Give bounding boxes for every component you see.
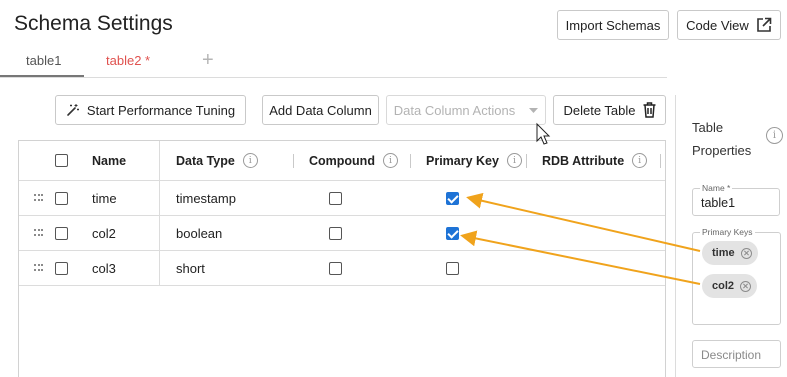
primary-key-checkbox[interactable] <box>446 191 459 205</box>
import-schemas-button[interactable]: Import Schemas <box>557 10 669 40</box>
compound-checkbox[interactable] <box>329 261 342 275</box>
drag-handle-icon[interactable] <box>34 229 43 238</box>
row-select-checkbox[interactable] <box>55 191 68 205</box>
primary-key-chip: time <box>702 241 758 265</box>
column-header-rdb-attribute: RDB Attribute <box>542 153 625 168</box>
description-field[interactable]: Description <box>692 340 781 368</box>
import-schemas-label: Import Schemas <box>565 17 661 33</box>
active-tab-indicator <box>0 75 84 77</box>
table-tabs: table1 table2 * + <box>0 44 667 78</box>
external-link-icon <box>757 17 772 32</box>
data-type-cell[interactable]: timestamp <box>176 191 236 206</box>
table-row[interactable]: time timestamp <box>19 181 665 216</box>
compound-checkbox[interactable] <box>329 226 342 240</box>
table-header-row: Name Data Type i Compound i Primary Key i R… <box>19 141 665 181</box>
description-placeholder: Description <box>701 348 762 362</box>
primary-key-checkbox[interactable] <box>446 226 459 240</box>
start-performance-tuning-label: Start Performance Tuning <box>86 102 236 118</box>
table-name-field[interactable]: Name * table1 <box>692 183 780 216</box>
drag-handle-icon[interactable] <box>34 194 43 203</box>
primary-keys-field-label: Primary Keys <box>700 227 755 237</box>
row-select-checkbox[interactable] <box>55 261 68 275</box>
data-column-actions-dropdown[interactable]: Data Column Actions <box>386 95 546 125</box>
info-icon[interactable]: i <box>766 127 783 144</box>
tab-table1[interactable]: table1 <box>26 53 61 68</box>
primary-key-chip-label: col2 <box>712 280 735 292</box>
column-separator <box>526 154 527 168</box>
add-data-column-button[interactable]: Add Data Column <box>262 95 379 125</box>
name-column-divider <box>159 141 160 286</box>
start-performance-tuning-button[interactable]: Start Performance Tuning <box>55 95 246 125</box>
add-tab-icon[interactable]: + <box>202 49 214 72</box>
primary-key-chip-label: time <box>712 247 735 259</box>
row-select-checkbox[interactable] <box>55 226 68 240</box>
info-icon[interactable]: i <box>242 153 258 168</box>
primary-key-chip: col2 <box>702 274 758 298</box>
remove-chip-icon[interactable] <box>740 247 752 259</box>
column-separator <box>660 154 661 168</box>
remove-chip-icon[interactable] <box>740 280 752 292</box>
code-view-button[interactable]: Code View <box>677 10 781 40</box>
info-icon[interactable]: i <box>506 153 522 168</box>
column-separator <box>410 154 411 168</box>
compound-checkbox[interactable] <box>329 191 342 205</box>
caret-down-icon <box>529 107 539 113</box>
code-view-label: Code View <box>686 17 749 33</box>
data-type-cell[interactable]: boolean <box>176 226 222 241</box>
column-header-primary-key: Primary Key <box>426 153 499 168</box>
column-header-name: Name <box>92 153 127 168</box>
column-name-cell[interactable]: col2 <box>92 226 116 241</box>
panel-divider <box>675 95 676 377</box>
add-data-column-label: Add Data Column <box>269 102 372 118</box>
delete-table-button[interactable]: Delete Table <box>553 95 666 125</box>
table-name-field-label: Name * <box>700 183 733 193</box>
column-header-data-type: Data Type <box>176 153 235 168</box>
table-name-value: table1 <box>701 196 736 210</box>
primary-key-checkbox[interactable] <box>446 261 459 275</box>
page-title: Schema Settings <box>14 12 173 35</box>
delete-table-label: Delete Table <box>563 102 636 118</box>
table-row[interactable]: col3 short <box>19 251 665 286</box>
info-icon[interactable]: i <box>382 153 398 168</box>
data-type-cell[interactable]: short <box>176 261 205 276</box>
table-properties-title: Table Properties <box>692 120 752 158</box>
drag-handle-icon[interactable] <box>34 264 43 273</box>
data-column-actions-label: Data Column Actions <box>393 102 516 118</box>
trash-icon <box>643 102 656 118</box>
data-columns-table: Name Data Type i Compound i Primary Key i R… <box>18 140 666 377</box>
column-header-compound: Compound <box>309 153 375 168</box>
table-row[interactable]: col2 boolean <box>19 216 665 251</box>
column-name-cell[interactable]: time <box>92 191 117 206</box>
column-separator <box>293 154 294 168</box>
tab-table2[interactable]: table2 * <box>106 53 150 68</box>
column-name-cell[interactable]: col3 <box>92 261 116 276</box>
select-all-checkbox[interactable] <box>55 154 68 167</box>
info-icon[interactable]: i <box>632 153 648 168</box>
magic-wand-icon <box>67 104 79 116</box>
